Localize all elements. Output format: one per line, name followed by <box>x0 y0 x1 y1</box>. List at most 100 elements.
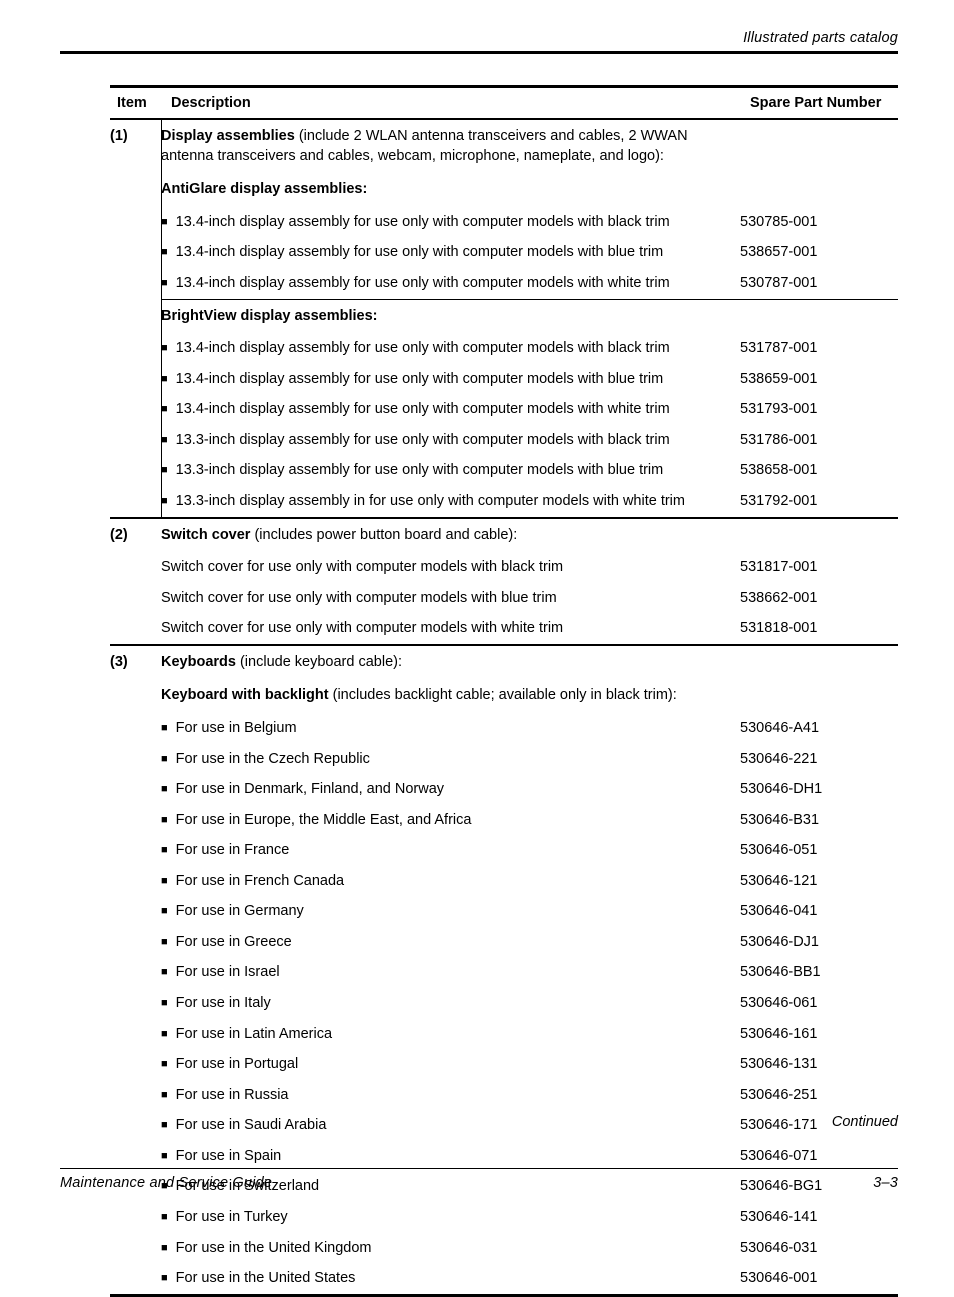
table-row: ■ For use in Greece 530646-DJ1 <box>110 927 898 958</box>
square-bullet-icon: ■ <box>161 905 168 918</box>
table-section-keyboards: (3) Keyboards (include keyboard cable): … <box>110 646 898 1294</box>
description-cell: ■ 13.4-inch display assembly for use onl… <box>161 237 740 268</box>
description-cell: ■ 13.4-inch display assembly for use onl… <box>161 394 740 425</box>
square-bullet-icon: ■ <box>161 966 168 979</box>
description-cell: Switch cover for use only with computer … <box>161 620 564 637</box>
table-row: ■ For use in Portugal 530646-131 <box>110 1049 898 1080</box>
description-text: For use in the Czech Republic <box>175 750 370 767</box>
spare-part-number: 531793-001 <box>740 401 818 418</box>
square-bullet-icon: ■ <box>161 495 168 508</box>
running-head-text: Illustrated parts catalog <box>743 30 898 46</box>
table-row: ■ For use in the United Kingdom 530646-0… <box>110 1233 898 1264</box>
square-bullet-icon: ■ <box>161 1272 168 1285</box>
table-row: (2) Switch cover (includes power button … <box>110 519 898 553</box>
spare-part-number: 530646-001 <box>740 1270 818 1287</box>
spare-part-number: 530646-121 <box>740 872 818 889</box>
square-bullet-icon: ■ <box>161 1210 168 1223</box>
spare-part-number: 531817-001 <box>740 559 818 576</box>
description-cell: ■ 13.4-inch display assembly for use onl… <box>161 333 740 364</box>
spare-part-number: 538658-001 <box>740 462 818 479</box>
description-text: For use in Greece <box>175 933 292 950</box>
group-subhead: BrightView display assemblies: <box>161 307 378 324</box>
section-title-bold: Switch cover <box>161 526 251 543</box>
spare-part-number: 530785-001 <box>740 213 818 230</box>
square-bullet-icon: ■ <box>161 997 168 1010</box>
description-text: For use in Latin America <box>175 1025 333 1042</box>
description-cell: ■ 13.4-inch display assembly for use onl… <box>161 207 740 238</box>
description-cell: ■ For use in the Czech Republic <box>161 744 740 775</box>
description-cell: ■ For use in the United Kingdom <box>161 1233 740 1264</box>
description-cell: ■ For use in Russia <box>161 1080 740 1111</box>
table-row: Switch cover for use only with computer … <box>110 583 898 614</box>
table-row: ■ For use in Italy 530646-061 <box>110 988 898 1019</box>
description-text: For use in Portugal <box>175 1056 299 1073</box>
description-cell: ■ For use in Italy <box>161 988 740 1019</box>
spare-part-number: 530646-041 <box>740 903 818 920</box>
description-cell: ■ For use in Turkey <box>161 1202 740 1233</box>
description-cell: ■ 13.4-inch display assembly for use onl… <box>161 364 740 395</box>
description-cell: Switch cover for use only with computer … <box>161 589 557 606</box>
spare-part-number: 530646-DJ1 <box>740 933 819 950</box>
table-row: ■ 13.4-inch display assembly for use onl… <box>110 394 898 425</box>
table-row: ■ For use in French Canada 530646-121 <box>110 866 898 897</box>
table-row: ■ For use in Spain 530646-071 <box>110 1141 898 1172</box>
square-bullet-icon: ■ <box>161 721 168 734</box>
spare-part-number: 530646-221 <box>740 750 818 767</box>
table-row: ■ 13.3-inch display assembly in for use … <box>110 486 898 517</box>
description-text: For use in the United Kingdom <box>175 1239 372 1256</box>
square-bullet-icon: ■ <box>161 813 168 826</box>
page-number: 3–3 <box>873 1175 898 1192</box>
description-cell: ■ For use in French Canada <box>161 866 740 897</box>
square-bullet-icon: ■ <box>161 783 168 796</box>
spare-part-number: 530787-001 <box>740 275 818 291</box>
table-row: (1) Display assemblies (include 2 WLAN a… <box>110 120 898 173</box>
square-bullet-icon: ■ <box>161 1058 168 1071</box>
description-cell: ■ 13.4-inch display assembly for use onl… <box>161 268 740 299</box>
spare-part-number: 530646-051 <box>740 842 818 859</box>
square-bullet-icon: ■ <box>161 433 168 446</box>
description-cell: ■ For use in Europe, the Middle East, an… <box>161 805 740 836</box>
spare-part-number: 530646-061 <box>740 995 818 1012</box>
table-row: ■ 13.4-inch display assembly for use onl… <box>110 268 898 299</box>
description-text: 13.4-inch display assembly for use only … <box>175 244 664 261</box>
description-cell: ■ For use in the United States <box>161 1263 740 1294</box>
table-row: ■ 13.3-inch display assembly for use onl… <box>110 425 898 456</box>
square-bullet-icon: ■ <box>161 935 168 948</box>
table-header-row: Item Description Spare Part Number <box>110 88 898 118</box>
square-bullet-icon: ■ <box>161 1088 168 1101</box>
description-text: For use in the United States <box>175 1270 356 1287</box>
item-number: (2) <box>110 526 128 543</box>
spare-part-number <box>740 173 898 187</box>
description-cell: Switch cover for use only with computer … <box>161 559 564 576</box>
description-text: 13.3-inch display assembly for use only … <box>175 462 664 479</box>
description-cell: ■ 13.3-inch display assembly in for use … <box>161 486 740 517</box>
table-row: (3) Keyboards (include keyboard cable): <box>110 646 898 680</box>
description-text: For use in French Canada <box>175 872 345 889</box>
description-cell: ■ For use in Latin America <box>161 1019 740 1050</box>
description-text: 13.4-inch display assembly for use only … <box>175 213 670 230</box>
square-bullet-icon: ■ <box>161 246 168 259</box>
table-section-switch-cover: (2) Switch cover (includes power button … <box>110 519 898 644</box>
spare-part-number: 530646-A41 <box>740 719 820 736</box>
running-header: Illustrated parts catalog <box>60 30 898 54</box>
group-subhead-bold: Keyboard with backlight <box>161 687 329 704</box>
table-row: ■ For use in the United States 530646-00… <box>110 1263 898 1294</box>
spare-part-number: 531787-001 <box>740 340 818 357</box>
square-bullet-icon: ■ <box>161 1241 168 1254</box>
square-bullet-icon: ■ <box>161 844 168 857</box>
square-bullet-icon: ■ <box>161 1027 168 1040</box>
column-header-spare-part-number: Spare Part Number <box>750 94 882 111</box>
table-row: ■ 13.4-inch display assembly for use onl… <box>110 237 898 268</box>
square-bullet-icon: ■ <box>161 752 168 765</box>
section-title: Keyboards (include keyboard cable): <box>161 646 740 680</box>
table-row: ■ 13.3-inch display assembly for use onl… <box>110 455 898 486</box>
description-text: 13.4-inch display assembly for use only … <box>175 275 670 291</box>
spare-part-number <box>740 300 898 314</box>
table-row: ■ For use in Latin America 530646-161 <box>110 1019 898 1050</box>
section-title-rest: (includes power button board and cable): <box>250 526 518 543</box>
spare-part-number <box>740 519 898 533</box>
description-text: For use in Italy <box>175 995 271 1012</box>
table-row: ■ For use in Denmark, Finland, and Norwa… <box>110 774 898 805</box>
header-rule <box>60 51 898 54</box>
table-row: ■ 13.4-inch display assembly for use onl… <box>110 207 898 238</box>
